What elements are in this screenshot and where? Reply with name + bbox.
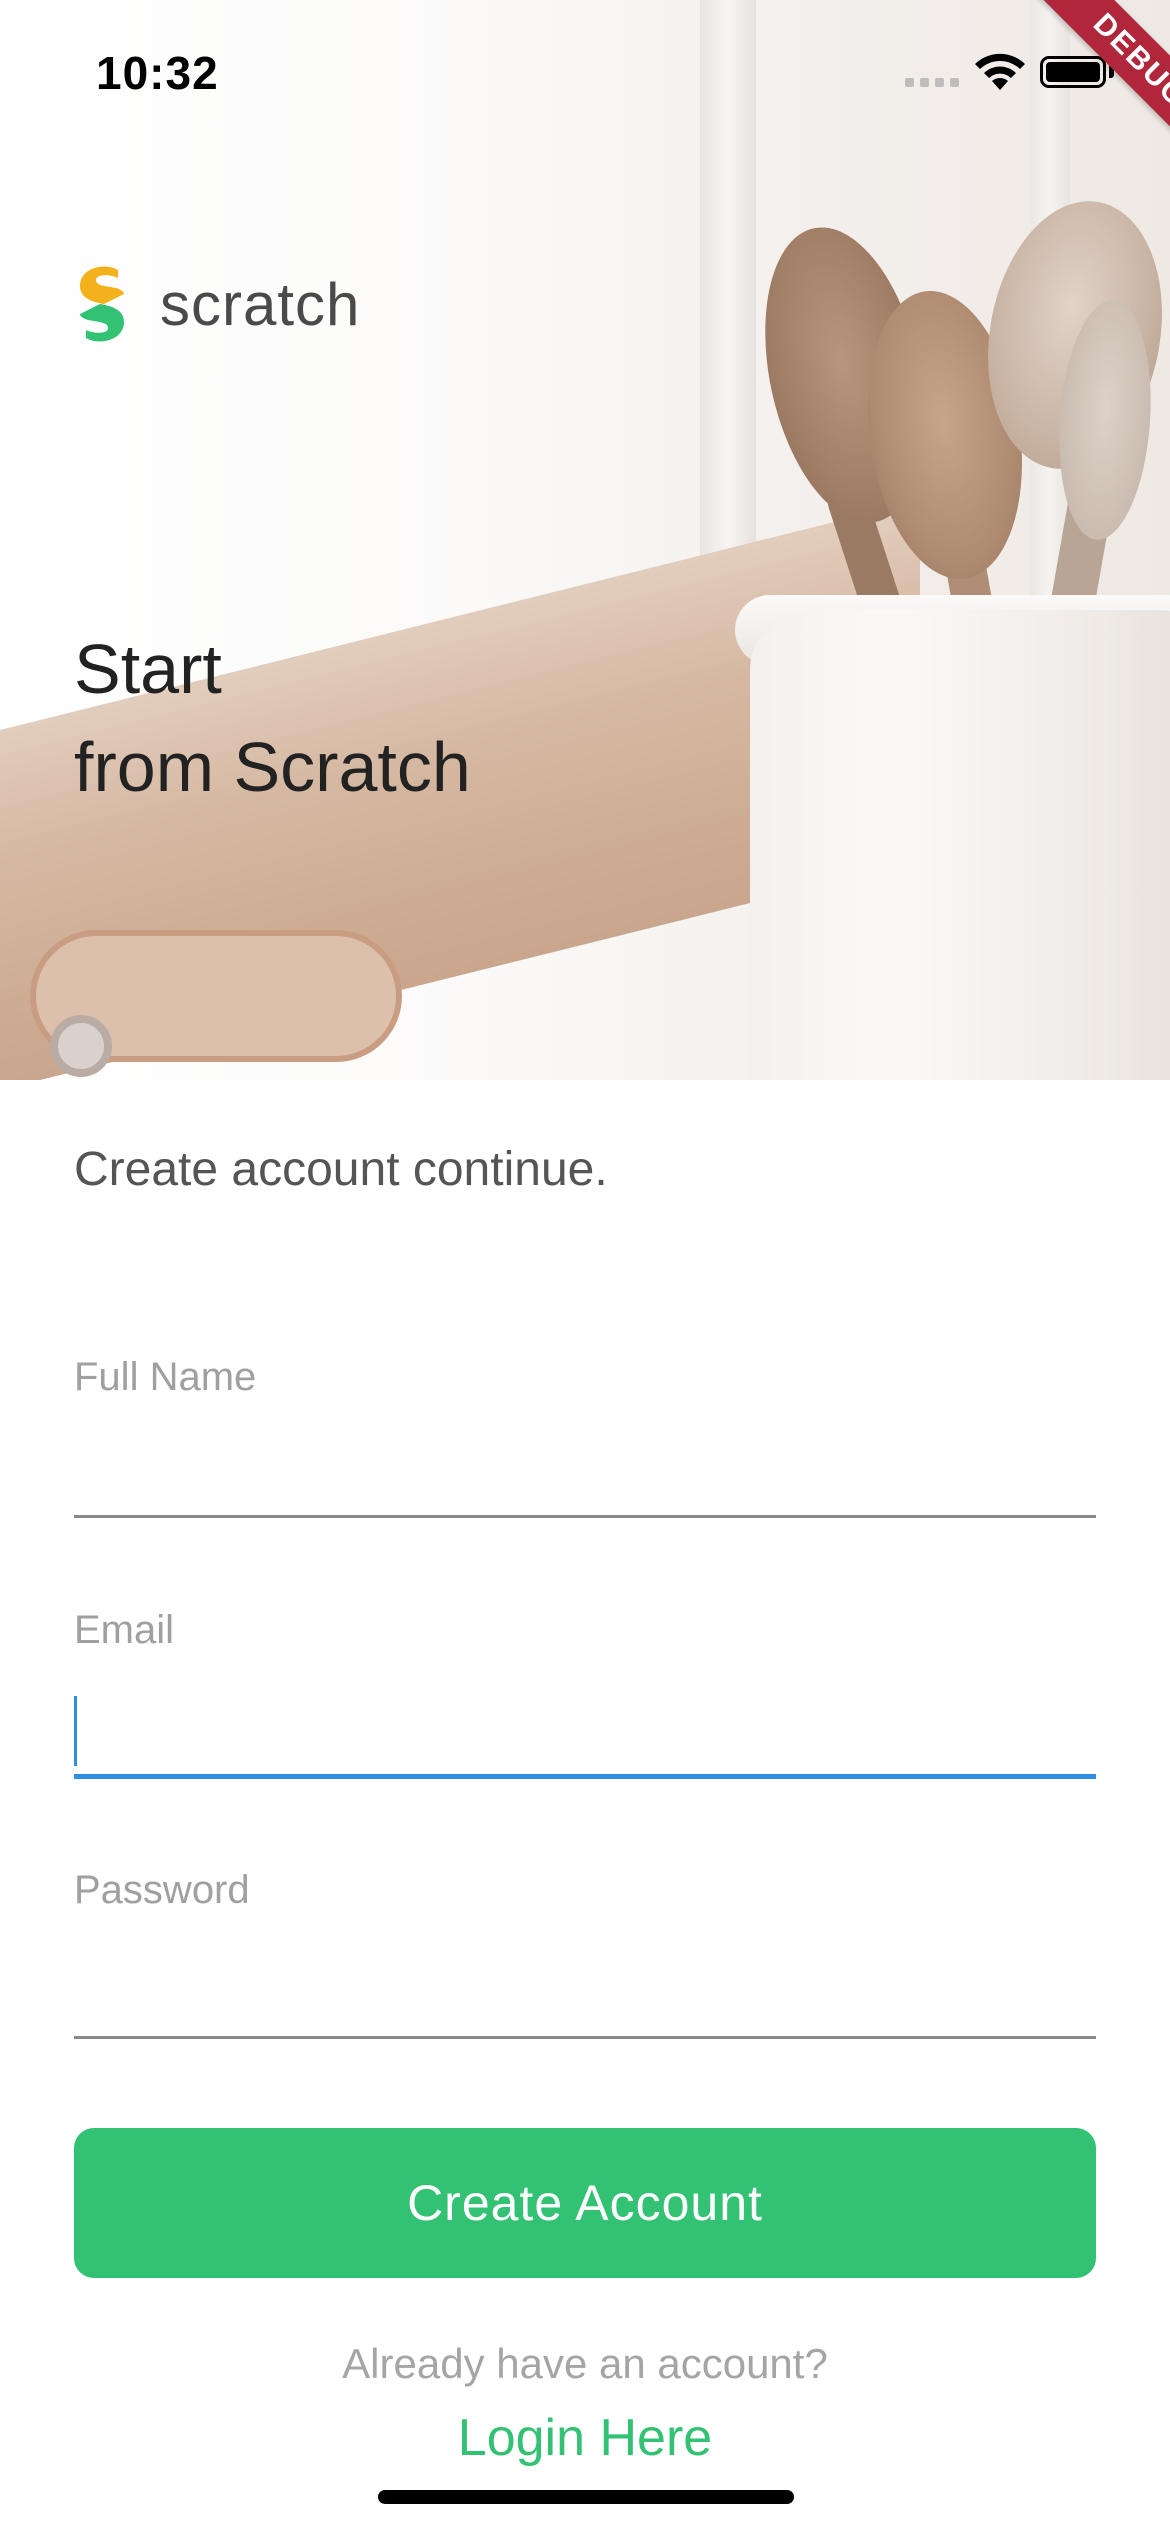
- email-input[interactable]: [74, 1696, 1096, 1766]
- battery-icon: [1040, 56, 1106, 88]
- hero-board-hole: [50, 1015, 112, 1077]
- wifi-icon: [975, 53, 1025, 90]
- hero-title: Start from Scratch: [74, 620, 471, 816]
- home-indicator[interactable]: [378, 2490, 794, 2504]
- full-name-input[interactable]: [74, 1425, 1096, 1495]
- password-underline: [74, 2036, 1096, 2039]
- login-prompt: Already have an account?: [342, 2340, 828, 2387]
- email-field[interactable]: Email: [74, 1608, 1096, 1779]
- hero-title-line: Start: [74, 630, 222, 708]
- password-input[interactable]: [74, 1938, 1096, 2008]
- create-account-button[interactable]: Create Account: [74, 2128, 1096, 2278]
- brand-logo: scratch: [74, 264, 360, 344]
- signal-icon: [905, 78, 959, 87]
- login-here-link[interactable]: Login Here: [0, 2408, 1170, 2468]
- password-field[interactable]: Password: [74, 1868, 1096, 2039]
- hero-banner: scratch Start from Scratch: [0, 0, 1170, 1080]
- hero-jar: [750, 610, 1170, 1080]
- hero-title-line: from Scratch: [74, 728, 471, 806]
- email-underline: [74, 1774, 1096, 1779]
- status-time: 10:32: [96, 47, 219, 99]
- status-bar: 10:32: [0, 0, 1170, 150]
- scratch-logo-icon: [80, 266, 124, 342]
- brand-name: scratch: [160, 270, 361, 338]
- signup-screen: scratch Start from Scratch 10:32 DEBUG C…: [0, 0, 1170, 2532]
- full-name-underline: [74, 1515, 1096, 1518]
- form-subtitle: Create account continue.: [74, 1143, 608, 1196]
- full-name-field[interactable]: Full Name: [74, 1355, 1096, 1518]
- password-label: Password: [74, 1868, 250, 1912]
- email-label: Email: [74, 1608, 175, 1652]
- full-name-label: Full Name: [74, 1355, 257, 1399]
